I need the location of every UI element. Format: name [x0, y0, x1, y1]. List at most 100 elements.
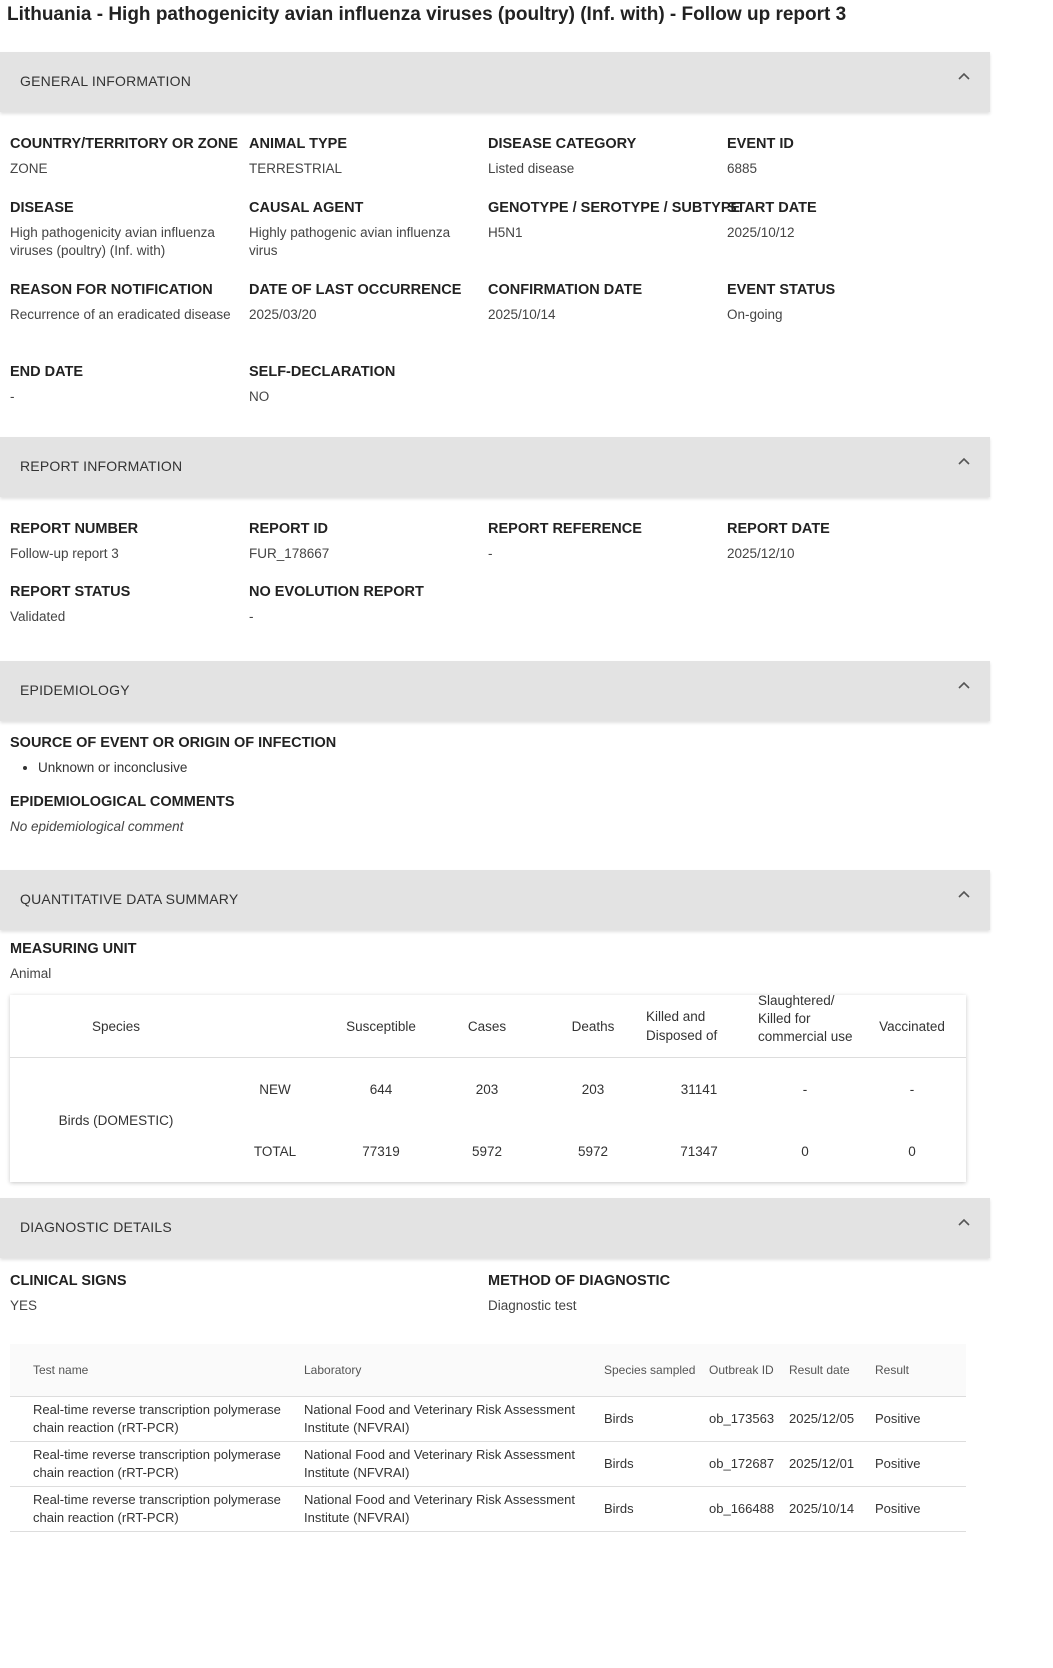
- field-disease-category: DISEASE CATEGORY Listed disease: [488, 134, 727, 198]
- row-type: TOTAL: [253, 1143, 297, 1159]
- cell-date: 2025/10/14: [781, 1486, 867, 1532]
- field-self-declaration: SELF-DECLARATION NO: [249, 362, 488, 417]
- field-event-status: EVENT STATUS On-going: [727, 280, 966, 362]
- field-label: REPORT NUMBER: [10, 521, 139, 537]
- field-label: REPORT STATUS: [10, 584, 131, 600]
- col-vaccinated: Vaccinated: [858, 995, 966, 1058]
- field-label: DATE OF LAST OCCURRENCE: [249, 282, 462, 298]
- field-label: DISEASE: [10, 200, 74, 216]
- report-info-grid: REPORT NUMBER Follow-up report 3 REPORT I…: [0, 519, 990, 637]
- table-row: Real-time reverse transcription polymera…: [10, 1486, 966, 1532]
- cell-killed: 31141: [680, 1081, 718, 1097]
- quantitative-table-card: Species Susceptible Cases Deaths Killed …: [10, 993, 966, 1182]
- field-value: NO: [249, 389, 270, 404]
- cell-date: 2025/12/05: [781, 1396, 867, 1442]
- chevron-up-icon[interactable]: [958, 71, 970, 83]
- cell-slaughtered: 0: [801, 1143, 809, 1159]
- col-species-sampled: Species sampled: [596, 1344, 701, 1397]
- field-label: NO EVOLUTION REPORT: [249, 584, 424, 600]
- field-value: Recurrence of an eradicated disease: [10, 307, 231, 322]
- species-cell: Birds (DOMESTIC): [58, 1112, 174, 1128]
- col-slaughtered-label: Slaughtered/ Killed for commercial use: [758, 993, 853, 1044]
- field-disease: DISEASE High pathogenicity avian influenz…: [10, 198, 249, 280]
- field-causal-agent: CAUSAL AGENT Highly pathogenic avian infl…: [249, 198, 488, 280]
- comments-label: EPIDEMIOLOGICAL COMMENTS: [10, 794, 235, 810]
- field-label: COUNTRY/TERRITORY OR ZONE: [10, 136, 238, 152]
- unit-label: MEASURING UNIT: [10, 941, 137, 957]
- cell-result: Positive: [867, 1441, 966, 1487]
- unit-value: Animal: [10, 966, 52, 981]
- section-header-quantitative[interactable]: QUANTITATIVE DATA SUMMARY: [0, 870, 990, 930]
- field-clinical-signs: CLINICAL SIGNS YES: [10, 1271, 488, 1326]
- field-label: REPORT ID: [249, 521, 328, 537]
- cell-date: 2025/12/01: [781, 1441, 867, 1487]
- cell-deaths: 203: [581, 1081, 605, 1097]
- section-title: REPORT INFORMATION: [20, 458, 183, 474]
- field-label: END DATE: [10, 364, 84, 380]
- field-country-zone: COUNTRY/TERRITORY OR ZONE ZONE: [10, 134, 249, 198]
- field-label: START DATE: [727, 200, 817, 216]
- col-laboratory: Laboratory: [296, 1344, 596, 1397]
- chevron-up-icon[interactable]: [958, 889, 970, 901]
- col-killed: Killed and Disposed of: [646, 995, 752, 1058]
- field-label: METHOD OF DIAGNOSTIC: [488, 1273, 671, 1289]
- field-value: -: [249, 609, 254, 624]
- field-value: Diagnostic test: [488, 1298, 577, 1313]
- col-test-name: Test name: [10, 1344, 296, 1397]
- field-label: DISEASE CATEGORY: [488, 136, 637, 152]
- cell-species: Birds: [596, 1441, 701, 1487]
- field-label: GENOTYPE / SEROTYPE / SUBTYPE: [488, 200, 741, 216]
- section-header-general[interactable]: GENERAL INFORMATION: [0, 52, 990, 112]
- field-value: 2025/03/20: [249, 307, 317, 322]
- chevron-up-icon[interactable]: [958, 680, 970, 692]
- chevron-up-icon[interactable]: [958, 1217, 970, 1229]
- comments-value: No epidemiological comment: [10, 819, 184, 834]
- field-value: Follow-up report 3: [10, 546, 119, 561]
- cell-cases: 5972: [471, 1143, 503, 1159]
- section-title: EPIDEMIOLOGY: [20, 682, 130, 698]
- field-report-reference: REPORT REFERENCE -: [488, 519, 727, 582]
- source-label: SOURCE OF EVENT OR ORIGIN OF INFECTION: [10, 735, 337, 751]
- cell-susceptible: 77319: [362, 1143, 400, 1159]
- table-header-row: Species Susceptible Cases Deaths Killed …: [10, 993, 966, 1058]
- epidemiology-comments: EPIDEMIOLOGICAL COMMENTS No epidemiologi…: [0, 792, 990, 836]
- col-species: Species: [10, 995, 222, 1058]
- field-report-id: REPORT ID FUR_178667: [249, 519, 488, 582]
- col-result: Result: [867, 1344, 966, 1397]
- col-type: [222, 995, 328, 1058]
- col-result-date: Result date: [781, 1344, 867, 1397]
- col-deaths: Deaths: [540, 995, 646, 1058]
- col-susceptible: Susceptible: [328, 995, 434, 1058]
- cell-vaccinated: 0: [908, 1143, 916, 1159]
- cell-species: Birds: [596, 1396, 701, 1442]
- section-header-diagnostic[interactable]: DIAGNOSTIC DETAILS: [0, 1198, 990, 1258]
- section-header-epidemiology[interactable]: EPIDEMIOLOGY: [0, 661, 990, 721]
- cell-lab: National Food and Veterinary Risk Assess…: [296, 1396, 596, 1442]
- cell-killed: 71347: [680, 1143, 718, 1159]
- cell-slaughtered: -: [802, 1081, 808, 1097]
- field-label: EVENT STATUS: [727, 282, 836, 298]
- cell-outbreak: ob_172687: [701, 1441, 781, 1487]
- diagnostic-summary: CLINICAL SIGNS YES METHOD OF DIAGNOSTIC Di…: [0, 1271, 990, 1326]
- field-value: -: [10, 389, 15, 404]
- cell-deaths: 5972: [577, 1143, 609, 1159]
- field-label: ANIMAL TYPE: [249, 136, 348, 152]
- table-row: Real-time reverse transcription polymera…: [10, 1396, 966, 1442]
- cell-susceptible: 644: [369, 1081, 393, 1097]
- col-slaughtered: Slaughtered/ Killed for commercial use: [752, 993, 858, 1058]
- field-label: EVENT ID: [727, 136, 794, 152]
- cell-lab: National Food and Veterinary Risk Assess…: [296, 1486, 596, 1532]
- field-value: Listed disease: [488, 161, 575, 176]
- field-report-status: REPORT STATUS Validated: [10, 582, 249, 637]
- diagnostic-table-card: Test name Laboratory Species sampled Out…: [10, 1344, 966, 1532]
- row-type: NEW: [259, 1081, 291, 1097]
- cell-test: Real-time reverse transcription polymera…: [10, 1486, 296, 1532]
- field-label: CAUSAL AGENT: [249, 200, 364, 216]
- field-label: REASON FOR NOTIFICATION: [10, 282, 213, 298]
- field-report-number: REPORT NUMBER Follow-up report 3: [10, 519, 249, 582]
- section-header-report[interactable]: REPORT INFORMATION: [0, 437, 990, 497]
- field-label: REPORT REFERENCE: [488, 521, 642, 537]
- chevron-up-icon[interactable]: [958, 456, 970, 468]
- cell-cases: 203: [475, 1081, 499, 1097]
- cell-species: Birds: [596, 1486, 701, 1532]
